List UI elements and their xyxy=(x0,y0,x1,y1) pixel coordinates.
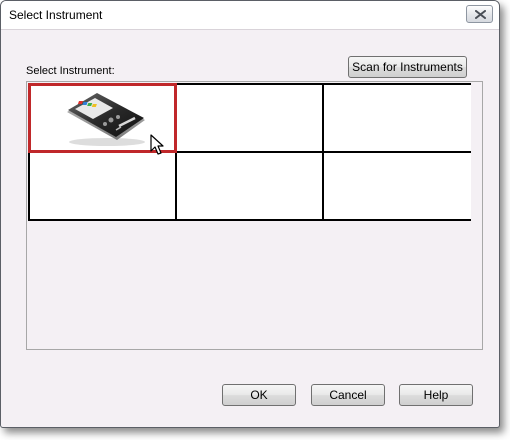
instrument-cell-2[interactable] xyxy=(175,83,324,153)
select-instrument-dialog: Select Instrument Select Instrument: Sca… xyxy=(0,0,500,428)
help-button[interactable]: Help xyxy=(399,384,473,406)
colorimeter-device-icon xyxy=(67,93,145,146)
instrument-list-panel xyxy=(26,81,483,350)
instrument-cell-5[interactable] xyxy=(175,151,324,221)
list-scroll-area xyxy=(471,83,481,348)
ok-button[interactable]: OK xyxy=(222,384,296,406)
title-bar: Select Instrument xyxy=(1,1,499,29)
instrument-cell-6[interactable] xyxy=(322,151,473,221)
instrument-grid xyxy=(28,83,473,221)
close-icon xyxy=(475,10,486,19)
window-title: Select Instrument xyxy=(9,8,103,22)
cancel-button[interactable]: Cancel xyxy=(311,384,385,406)
scan-for-instruments-button[interactable]: Scan for Instruments xyxy=(348,56,467,78)
instrument-cell-3[interactable] xyxy=(322,83,473,153)
title-divider xyxy=(1,29,499,30)
mouse-pointer-icon xyxy=(150,134,164,155)
instrument-cell-4[interactable] xyxy=(28,151,177,221)
close-button[interactable] xyxy=(466,5,493,23)
select-instrument-label: Select Instrument: xyxy=(26,65,115,77)
